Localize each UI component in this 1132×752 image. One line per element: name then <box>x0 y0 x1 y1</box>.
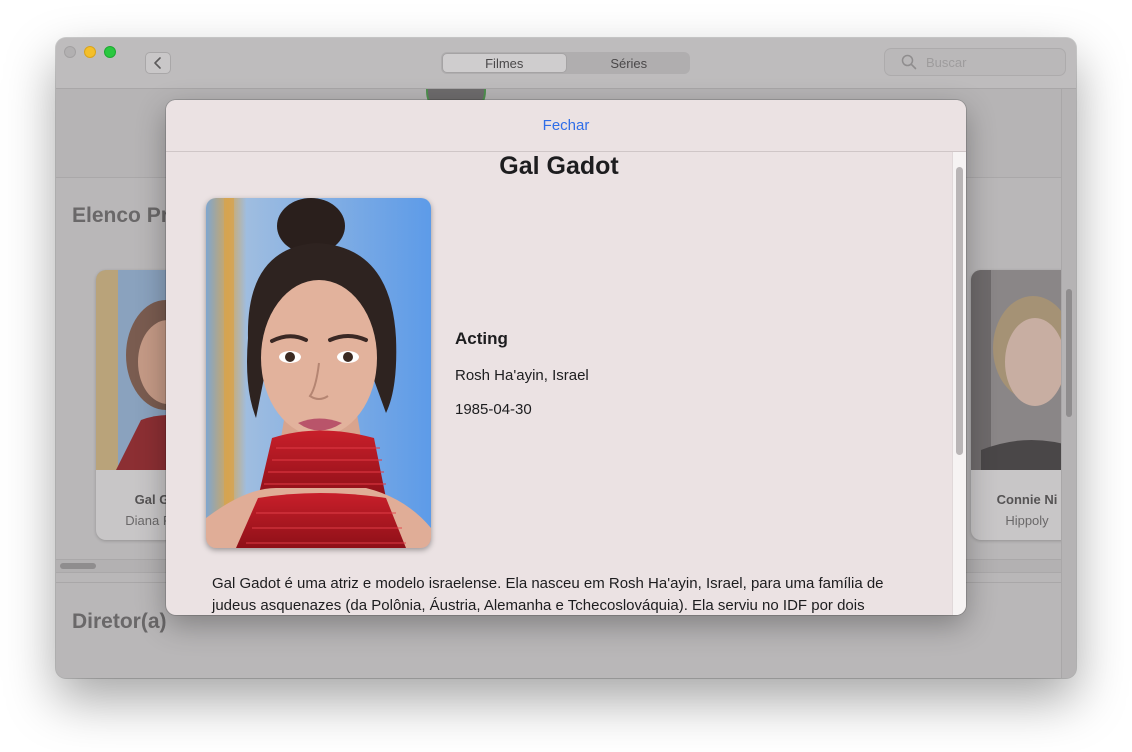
tab-filmes[interactable]: Filmes <box>442 53 567 73</box>
search-icon <box>901 54 917 70</box>
person-portrait <box>206 198 431 548</box>
main-vertical-scrollbar[interactable] <box>1061 89 1076 678</box>
window-maximize-button[interactable] <box>104 46 116 58</box>
cast-section-title: Elenco Pr <box>72 204 169 227</box>
chevron-left-icon <box>154 57 161 69</box>
search-placeholder: Buscar <box>926 54 967 70</box>
person-birthday: 1985-04-30 <box>455 401 532 418</box>
person-department: Acting <box>455 329 508 348</box>
title-bar: Filmes Séries Buscar <box>56 38 1076 89</box>
media-type-segmented-control: Filmes Séries <box>441 52 690 74</box>
window-close-button[interactable] <box>64 46 76 58</box>
scrollbar-thumb[interactable] <box>1066 289 1072 417</box>
search-field[interactable]: Buscar <box>884 48 1066 76</box>
portrait-image <box>206 198 431 548</box>
back-button[interactable] <box>145 52 171 74</box>
person-biography: Gal Gadot é uma atriz e modelo israelens… <box>212 575 884 614</box>
person-detail-sheet: Fechar Gal Gadot Acting Rosh Ha'ayin, Is… <box>166 100 966 615</box>
sheet-vertical-scrollbar[interactable] <box>952 152 966 615</box>
window-minimize-button[interactable] <box>84 46 96 58</box>
sheet-header: Fechar <box>166 100 966 152</box>
person-name: Gal Gadot <box>499 152 619 180</box>
person-place-of-birth: Rosh Ha'ayin, Israel <box>455 367 589 384</box>
director-section-title: Diretor(a) <box>72 610 167 633</box>
close-button[interactable]: Fechar <box>543 117 590 134</box>
sheet-body: Gal Gadot Acting Rosh Ha'ayin, Israel 19… <box>166 152 952 615</box>
scrollbar-thumb[interactable] <box>956 167 963 455</box>
tab-series[interactable]: Séries <box>568 52 691 74</box>
scrollbar-thumb[interactable] <box>60 563 96 569</box>
